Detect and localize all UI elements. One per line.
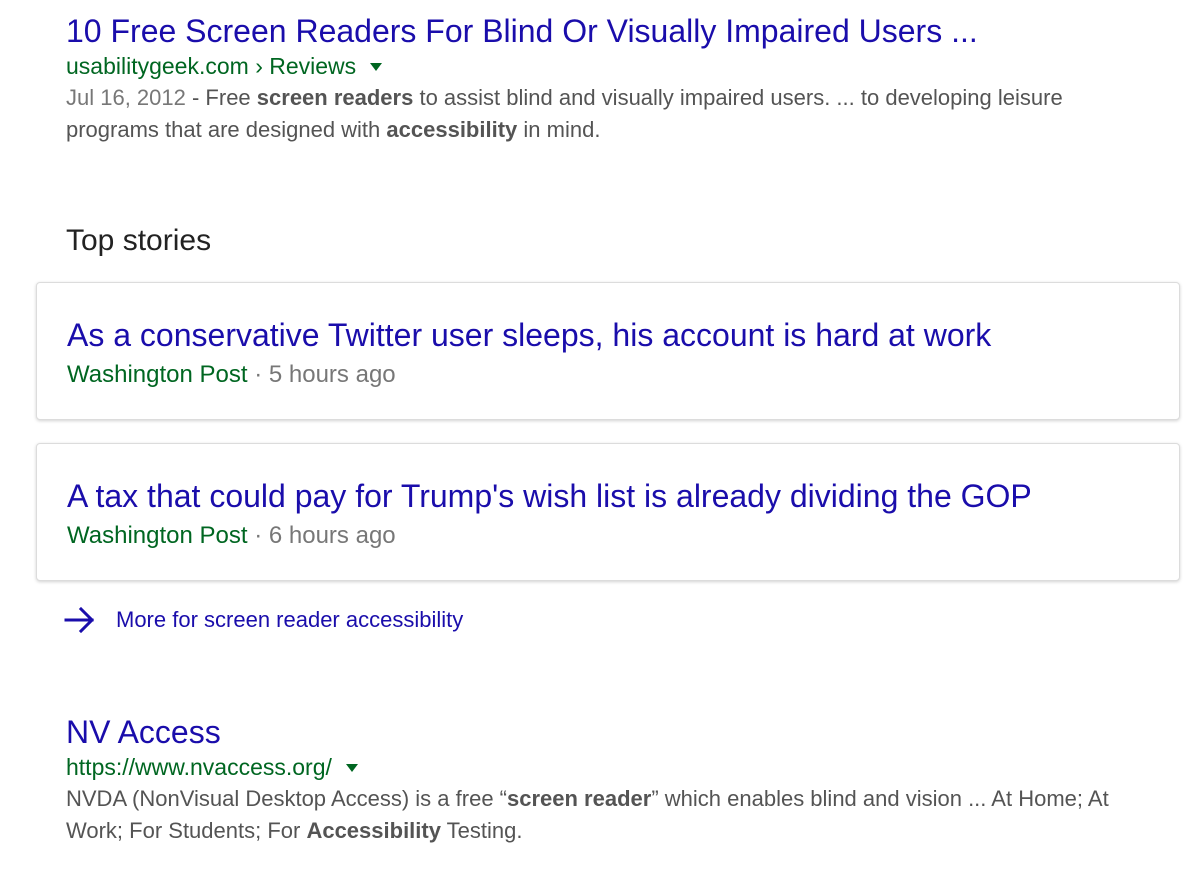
- result-snippet: Jul 16, 2012 - Free screen readers to as…: [66, 82, 1156, 146]
- snippet-fragment: NVDA (NonVisual Desktop Access) is a fre…: [66, 786, 507, 811]
- snippet-keyword: screen reader: [507, 786, 652, 811]
- snippet-text: - Free screen readers to assist blind an…: [66, 85, 1063, 142]
- more-stories-label: More for screen reader accessibility: [116, 607, 464, 632]
- arrow-right-icon: [64, 607, 96, 633]
- result-cite-row: https://www.nvaccess.org/: [66, 751, 1156, 783]
- search-result: NV Access https://www.nvaccess.org/ NVDA…: [66, 713, 1156, 847]
- result-title-link[interactable]: NV Access: [66, 713, 1156, 751]
- top-stories-heading: Top stories: [66, 224, 212, 257]
- snippet-keyword: screen readers: [256, 85, 414, 110]
- story-time: 5 hours ago: [268, 361, 396, 388]
- caret-down-icon[interactable]: [370, 63, 383, 71]
- result-url[interactable]: usabilitygeek.com › Reviews: [66, 53, 356, 80]
- snippet-keyword: accessibility: [386, 117, 518, 142]
- story-meta: Washington Post · 6 hours ago: [67, 520, 396, 552]
- result-date: Jul 16, 2012: [66, 85, 186, 110]
- story-meta: Washington Post · 5 hours ago: [67, 359, 396, 391]
- result-cite-row: usabilitygeek.com › Reviews: [66, 50, 1156, 82]
- result-title-link[interactable]: 10 Free Screen Readers For Blind Or Visu…: [66, 12, 1156, 50]
- snippet-fragment: - Free: [185, 85, 257, 110]
- story-time: 6 hours ago: [268, 522, 396, 549]
- snippet-keyword: Accessibility: [306, 818, 441, 843]
- meta-separator: ·: [247, 522, 269, 549]
- search-result: 10 Free Screen Readers For Blind Or Visu…: [66, 12, 1156, 146]
- more-stories-link[interactable]: More for screen reader accessibility: [64, 604, 463, 636]
- caret-down-icon[interactable]: [345, 764, 358, 772]
- top-story-card[interactable]: As a conservative Twitter user sleeps, h…: [36, 282, 1180, 420]
- result-url[interactable]: https://www.nvaccess.org/: [66, 754, 332, 781]
- meta-separator: ·: [247, 361, 269, 388]
- story-title[interactable]: As a conservative Twitter user sleeps, h…: [67, 315, 991, 355]
- result-snippet: NVDA (NonVisual Desktop Access) is a fre…: [66, 783, 1156, 847]
- snippet-text: NVDA (NonVisual Desktop Access) is a fre…: [66, 786, 1109, 843]
- story-title[interactable]: A tax that could pay for Trump's wish li…: [67, 476, 1032, 516]
- snippet-fragment: Testing.: [440, 818, 523, 843]
- story-source: Washington Post: [67, 522, 248, 549]
- story-source: Washington Post: [67, 361, 248, 388]
- snippet-fragment: in mind.: [517, 117, 601, 142]
- top-story-card[interactable]: A tax that could pay for Trump's wish li…: [36, 443, 1180, 581]
